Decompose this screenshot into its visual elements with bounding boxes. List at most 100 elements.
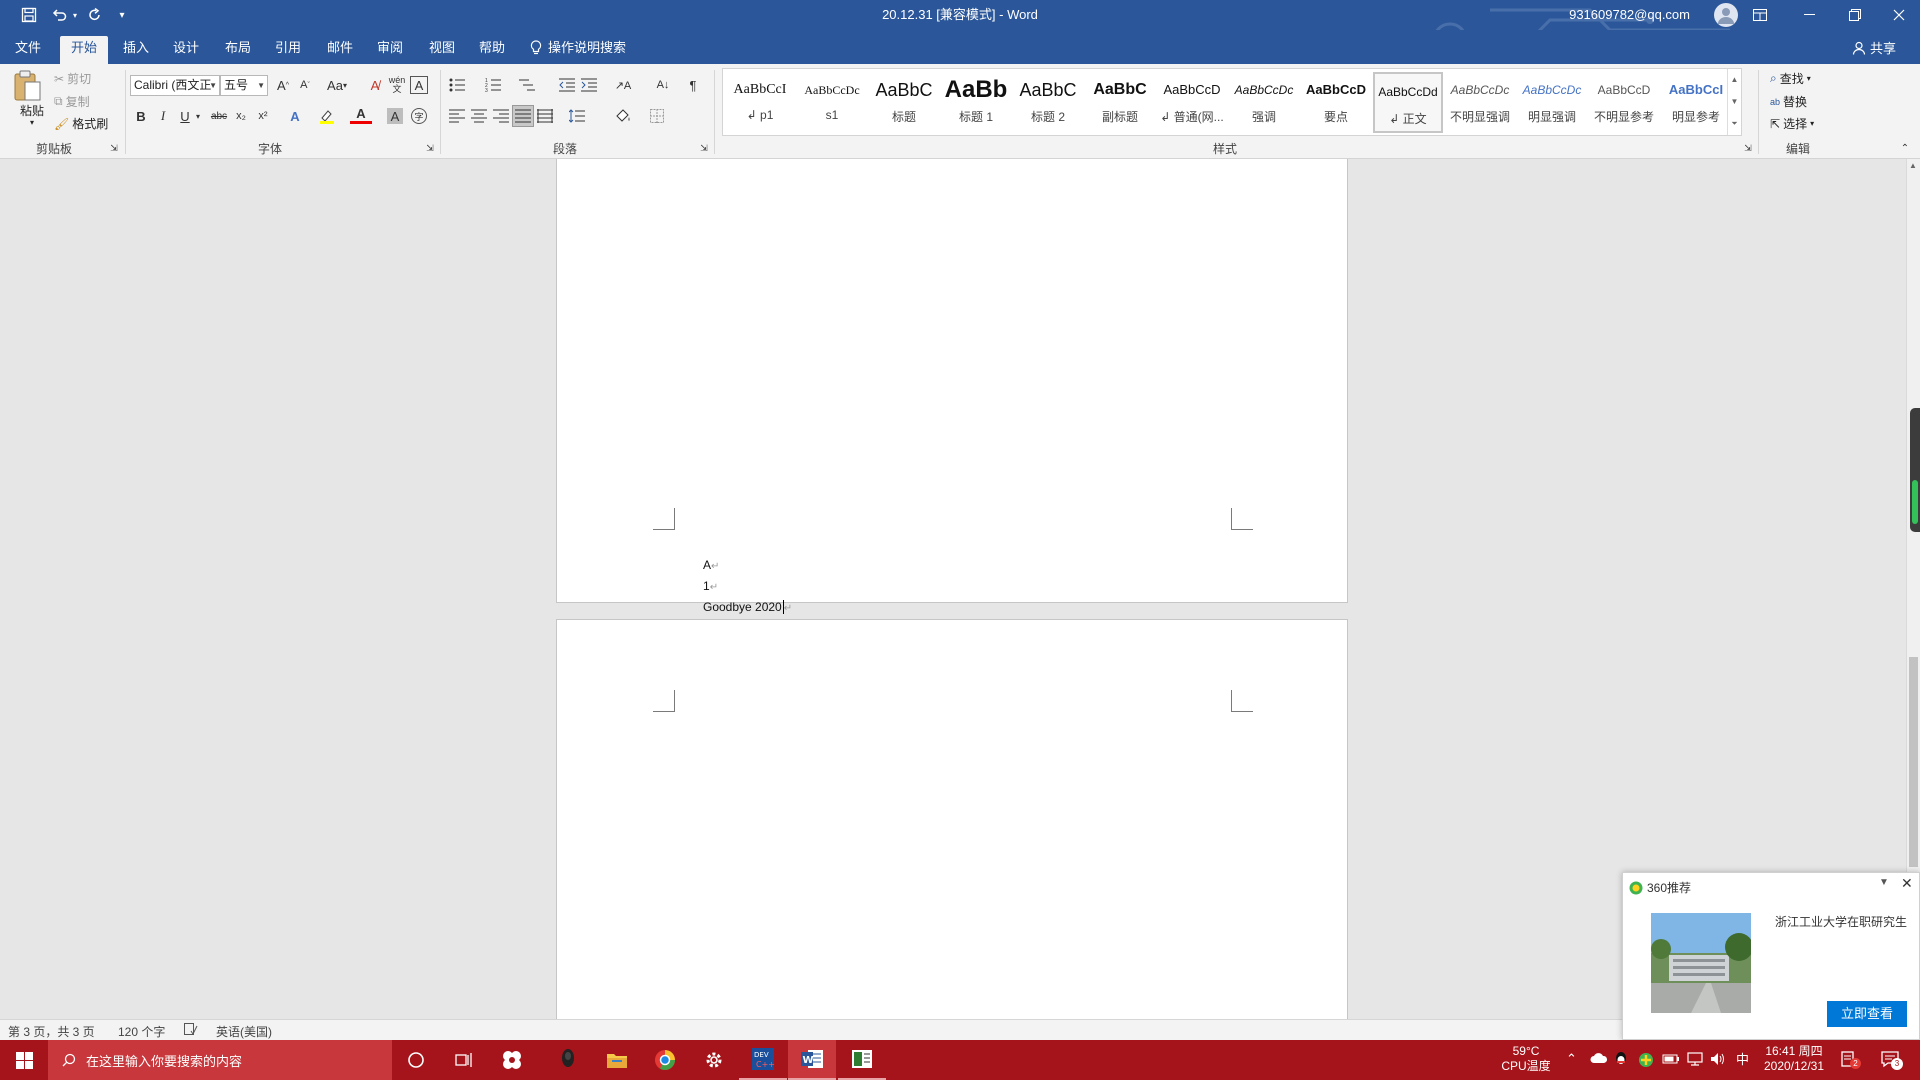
copy-button[interactable]: ⧉ 复制 xyxy=(54,93,90,110)
italic-button[interactable]: I xyxy=(152,105,174,127)
360-security-icon[interactable] xyxy=(1638,1052,1654,1068)
text-effects-button[interactable]: A xyxy=(284,105,306,127)
paste-button[interactable]: 粘贴 ▾ xyxy=(12,70,52,136)
enclose-characters-button[interactable]: 字 xyxy=(411,108,427,124)
line-spacing-icon[interactable] xyxy=(566,105,588,127)
style-subtle-emphasis[interactable]: AaBbCcDc 不明显强调 xyxy=(1445,72,1515,133)
style-subtle-reference[interactable]: AaBbCcD 不明显参考 xyxy=(1589,72,1659,133)
change-case-button[interactable]: Aa ▾ xyxy=(322,74,352,96)
page-3[interactable] xyxy=(556,619,1348,1019)
word-app-icon[interactable]: W xyxy=(788,1040,836,1080)
tab-insert[interactable]: 插入 xyxy=(114,36,158,64)
bold-button[interactable]: B xyxy=(130,105,152,127)
multilevel-list-icon[interactable] xyxy=(516,74,538,96)
proofing-icon[interactable] xyxy=(184,1023,198,1036)
style-subtitle[interactable]: AaBbC 副标题 xyxy=(1085,72,1155,133)
dev-cpp-icon[interactable]: DEV C++ xyxy=(739,1040,787,1080)
undo-icon[interactable] xyxy=(48,0,70,30)
style-s1[interactable]: AaBbCcDc s1 xyxy=(797,72,867,133)
share-button[interactable]: 共享 xyxy=(1852,38,1896,57)
character-shading-button[interactable]: A xyxy=(387,108,403,124)
cortana-icon[interactable] xyxy=(392,1040,440,1080)
styles-scroll[interactable]: ▲ ▼ ⏷ xyxy=(1727,69,1741,135)
text-direction-icon[interactable]: ↗A xyxy=(612,74,634,96)
qq-icon[interactable] xyxy=(1614,1051,1628,1067)
action-center-icon[interactable]: 3 xyxy=(1880,1050,1903,1070)
style-heading2[interactable]: AaBbC 标题 2 xyxy=(1013,72,1083,133)
bullets-icon[interactable] xyxy=(446,74,468,96)
highlight-icon[interactable] xyxy=(316,105,338,127)
tell-me-search[interactable]: 操作说明搜索 xyxy=(530,36,640,64)
redo-icon[interactable] xyxy=(84,0,106,30)
strikethrough-button[interactable]: abc xyxy=(208,105,230,127)
phonetic-guide-icon[interactable]: wén 文 xyxy=(386,74,408,96)
onedrive-icon[interactable] xyxy=(1590,1052,1608,1064)
subscript-button[interactable]: x₂ xyxy=(230,105,252,127)
account-email[interactable]: 931609782@qq.com xyxy=(1569,0,1690,30)
show-hidden-icons[interactable]: ⌃ xyxy=(1566,1051,1577,1066)
battery-icon[interactable] xyxy=(1662,1053,1680,1065)
justify-icon[interactable] xyxy=(512,105,534,127)
tab-help[interactable]: 帮助 xyxy=(470,36,514,64)
ribbon-display-options-icon[interactable] xyxy=(1742,0,1778,30)
side-widget[interactable] xyxy=(1910,408,1920,532)
minimize-icon[interactable] xyxy=(1786,0,1832,30)
clear-formatting-icon[interactable]: A̸ xyxy=(364,74,386,96)
font-color-button[interactable]: A xyxy=(350,106,372,124)
paragraph-launcher-icon[interactable]: ⇲ xyxy=(698,142,710,154)
tab-view[interactable]: 视图 xyxy=(420,36,464,64)
doc-line-1[interactable]: A↵ xyxy=(703,558,719,572)
tab-home[interactable]: 开始 xyxy=(60,36,108,64)
customize-qat-icon[interactable]: ▾ xyxy=(114,0,130,30)
scroll-up-icon[interactable]: ▲ xyxy=(1909,161,1917,170)
find-button[interactable]: ⌕ 查找 ▾ xyxy=(1770,70,1811,87)
distributed-icon[interactable] xyxy=(534,105,556,127)
ime-indicator[interactable]: 中 xyxy=(1736,1052,1749,1067)
styles-launcher-icon[interactable]: ⇲ xyxy=(1742,142,1754,154)
avatar[interactable] xyxy=(1714,3,1738,27)
show-marks-icon[interactable]: ¶ xyxy=(682,74,704,96)
cpu-temp-widget[interactable]: 59°C CPU温度 xyxy=(1494,1044,1558,1074)
style-normal-web[interactable]: AaBbCcD ↲ 普通(网... xyxy=(1157,72,1227,133)
decrease-indent-icon[interactable] xyxy=(556,74,578,96)
align-left-icon[interactable] xyxy=(446,105,468,127)
popup-menu-icon[interactable]: ▼ xyxy=(1879,877,1889,888)
font-size-combo[interactable]: 五号 ▼ xyxy=(220,75,268,96)
increase-indent-icon[interactable] xyxy=(578,74,600,96)
select-button[interactable]: ⇱ 选择 ▾ xyxy=(1770,115,1814,132)
settings-icon[interactable] xyxy=(690,1040,738,1080)
sort-icon[interactable]: A↓ xyxy=(652,74,674,96)
superscript-button[interactable]: x² xyxy=(252,105,274,127)
save-icon[interactable] xyxy=(18,0,40,30)
notifications-app-icon[interactable]: 2 xyxy=(1840,1050,1861,1069)
cut-button[interactable]: ✂ 剪切 xyxy=(54,70,91,87)
clipboard-launcher-icon[interactable]: ⇲ xyxy=(108,142,120,154)
app-pinwheel-icon[interactable] xyxy=(488,1040,536,1080)
tab-layout[interactable]: 布局 xyxy=(216,36,260,64)
restore-icon[interactable] xyxy=(1832,0,1878,30)
shading-icon[interactable] xyxy=(612,105,634,127)
format-painter-button[interactable]: 🖌 格式刷 xyxy=(54,115,108,132)
page-count[interactable]: 第 3 页，共 3 页 xyxy=(8,1023,95,1040)
app-alien-icon[interactable] xyxy=(544,1040,592,1080)
doc-line-3[interactable]: Goodbye 2020 ↵ xyxy=(703,600,792,614)
reader-app-icon[interactable] xyxy=(838,1040,886,1080)
network-icon[interactable] xyxy=(1686,1052,1704,1066)
file-explorer-icon[interactable] xyxy=(593,1040,641,1080)
popup-headline[interactable]: 浙江工业大学在职研究生 xyxy=(1775,913,1907,930)
tab-design[interactable]: 设计 xyxy=(164,36,208,64)
numbering-icon[interactable]: 123 xyxy=(482,74,504,96)
style-p1[interactable]: AaBbCcI ↲ p1 xyxy=(725,72,795,133)
volume-icon[interactable] xyxy=(1710,1052,1726,1066)
clock[interactable]: 16:41 周四 2020/12/31 xyxy=(1756,1044,1832,1074)
style-intense-reference[interactable]: AaBbCcI 明显参考 xyxy=(1661,72,1731,133)
browser-icon[interactable] xyxy=(641,1040,689,1080)
undo-dropdown-icon[interactable]: ▾ xyxy=(70,0,80,30)
tab-file[interactable]: 文件 xyxy=(6,36,50,64)
shrink-font-icon[interactable]: Aˇ xyxy=(294,74,316,96)
font-name-combo[interactable]: Calibri (西文正 ▼ xyxy=(130,75,220,96)
doc-line-2[interactable]: 1↵ xyxy=(703,579,718,593)
align-right-icon[interactable] xyxy=(490,105,512,127)
taskbar-search[interactable]: 在这里输入你要搜索的内容 xyxy=(48,1040,392,1080)
font-launcher-icon[interactable]: ⇲ xyxy=(424,142,436,154)
